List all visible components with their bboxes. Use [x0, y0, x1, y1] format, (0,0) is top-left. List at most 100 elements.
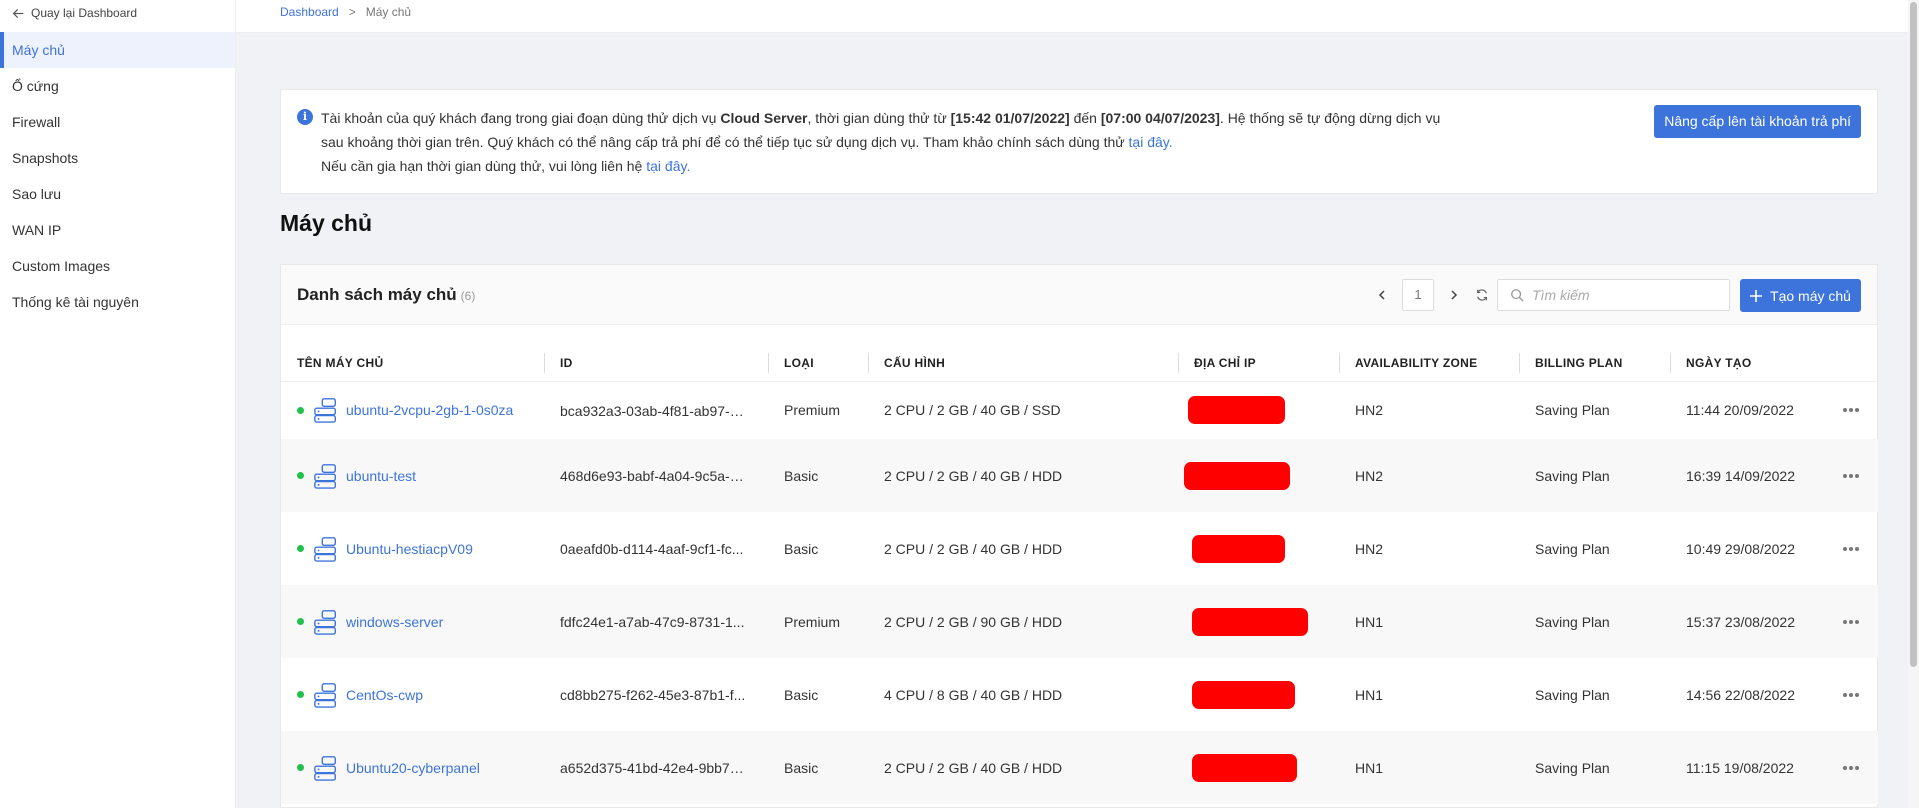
cell-type: Basic [784, 759, 819, 776]
prev-page-button[interactable] [1368, 279, 1396, 311]
ip-redaction [1188, 396, 1285, 425]
cell-type: Basic [784, 467, 819, 484]
server-id: 0aeafd0b-d114-4aaf-9cf1-fc... [560, 541, 744, 558]
table-row: windows-server fdfc24e1-a7ab-47c9-8731-1.… [281, 585, 1878, 658]
chevron-left-icon [1378, 290, 1385, 300]
column-header-id: ID [544, 345, 768, 382]
sidebar-nav: Máy chủ Ổ cứng Firewall Snapshots Sao lư… [0, 32, 235, 320]
sidebar-item-backups[interactable]: Sao lưu [0, 176, 235, 212]
status-dot [297, 472, 304, 479]
server-name-link[interactable]: windows-server [346, 614, 443, 630]
more-dot-icon [1849, 619, 1853, 624]
cell-id: cd8bb275-f262-45e3-87b1-f... [544, 658, 768, 731]
breadcrumb-separator: > [348, 5, 356, 19]
breadcrumb-dashboard-link[interactable]: Dashboard [280, 5, 339, 19]
cell-id: fdfc24e1-a7ab-47c9-8731-1... [544, 585, 768, 658]
ip-redaction [1192, 753, 1297, 782]
sidebar-item-snapshots[interactable]: Snapshots [0, 140, 235, 176]
server-name-link[interactable]: Ubuntu-hestiacpV09 [346, 541, 473, 557]
chevron-right-icon [1451, 290, 1458, 300]
cell-created: 16:39 14/09/2022 [1670, 439, 1878, 512]
more-dot-icon [1849, 546, 1853, 551]
cell-config: 2 CPU / 2 GB / 90 GB / HDD [884, 613, 1063, 630]
server-icon [314, 609, 336, 635]
scrollbar-thumb[interactable] [1910, 2, 1917, 667]
row-actions-button[interactable] [1840, 400, 1862, 420]
cell-ip [1178, 439, 1339, 512]
created-date: 11:44 20/09/2022 [1686, 402, 1794, 419]
cell-name: Ubuntu-hestiacpV09 [281, 512, 544, 585]
server-name-link[interactable]: ubuntu-test [346, 468, 416, 484]
row-actions-button[interactable] [1840, 539, 1862, 559]
back-to-dashboard-link[interactable]: Quay lại Dashboard [12, 6, 137, 20]
breadcrumb-current: Máy chủ [365, 5, 412, 19]
page-scrollbar[interactable] [1908, 0, 1919, 808]
ip-redaction [1184, 461, 1290, 490]
more-dot-icon [1849, 408, 1853, 413]
top-bar: Dashboard > Máy chủ [236, 0, 1919, 33]
notice-text-5: Nếu cần gia hạn thời gian dùng thử, vui … [321, 158, 647, 174]
sidebar-item-firewall[interactable]: Firewall [0, 104, 235, 140]
cell-id: 468d6e93-babf-4a04-9c5a-4... [544, 439, 768, 512]
column-header-config: CẤU HÌNH [868, 345, 1178, 382]
sidebar-item-custom-images[interactable]: Custom Images [0, 248, 235, 284]
cell-created: 11:15 19/08/2022 [1670, 731, 1878, 804]
server-name-link[interactable]: Ubuntu20-cyberpanel [346, 760, 480, 776]
trial-notice: i Tài khoản của quý khách đang trong gia… [280, 89, 1878, 194]
page-title: Máy chủ [280, 210, 373, 236]
row-actions-button[interactable] [1840, 758, 1862, 778]
server-list-header: Danh sách máy chủ(6) 1 Tạo máy chủ [281, 265, 1877, 325]
sidebar: Quay lại Dashboard Máy chủ Ổ cứng Firewa… [0, 0, 236, 808]
cell-config: 4 CPU / 8 GB / 40 GB / HDD [884, 686, 1063, 703]
column-header-billing: BILLING PLAN [1519, 345, 1670, 382]
contact-link[interactable]: tại đây. [646, 158, 690, 174]
more-dot-icon [1855, 408, 1859, 413]
server-id: bca932a3-03ab-4f81-ab97-6... [560, 402, 746, 419]
cell-config: 2 CPU / 2 GB / 40 GB / HDD [884, 467, 1063, 484]
server-name-link[interactable]: CentOs-cwp [346, 687, 423, 703]
status-dot [297, 618, 304, 625]
notice-end-time: [07:00 04/07/2023] [1100, 110, 1220, 126]
cell-billing: Saving Plan [1535, 613, 1610, 630]
create-server-button[interactable]: Tạo máy chủ [1740, 279, 1861, 312]
cell-name: ubuntu-test [281, 439, 544, 512]
cell-zone: HN1 [1355, 613, 1384, 630]
server-id: fdfc24e1-a7ab-47c9-8731-1... [560, 614, 745, 631]
sidebar-item-resource-stats[interactable]: Thống kê tài nguyên [0, 284, 235, 320]
created-date: 16:39 14/09/2022 [1686, 467, 1795, 484]
cell-billing: Saving Plan [1535, 759, 1610, 776]
ip-redaction [1192, 534, 1285, 563]
cell-type: Premium [784, 613, 841, 630]
search-box [1497, 279, 1730, 311]
cell-name: CentOs-cwp [281, 658, 544, 731]
server-id: a652d375-41bd-42e4-9bb7-... [560, 760, 746, 777]
server-icon [314, 463, 336, 489]
column-header-ip: ĐỊA CHỈ IP [1178, 345, 1339, 382]
row-actions-button[interactable] [1840, 466, 1862, 486]
search-input[interactable] [1532, 287, 1712, 303]
server-id: cd8bb275-f262-45e3-87b1-f... [560, 687, 746, 704]
server-name-link[interactable]: ubuntu-2vcpu-2gb-1-0s0za [346, 402, 513, 418]
cell-created: 10:49 29/08/2022 [1670, 512, 1878, 585]
row-actions-button[interactable] [1840, 685, 1862, 705]
plus-icon [1750, 289, 1763, 302]
sidebar-item-wan-ip[interactable]: WAN IP [0, 212, 235, 248]
refresh-button[interactable] [1468, 279, 1496, 311]
server-icon [314, 398, 336, 424]
upgrade-account-button[interactable]: Nâng cấp lên tài khoản trả phí [1654, 105, 1861, 138]
cell-zone: HN1 [1355, 759, 1384, 776]
trial-policy-link[interactable]: tại đây. [1129, 134, 1173, 150]
notice-text: Tài khoản của quý khách đang trong giai … [321, 106, 1461, 178]
cell-type: Premium [784, 402, 841, 419]
created-date: 11:15 19/08/2022 [1686, 759, 1794, 776]
cell-id: a652d375-41bd-42e4-9bb7-... [544, 731, 768, 804]
more-dot-icon [1843, 692, 1847, 697]
more-dot-icon [1849, 473, 1853, 478]
sidebar-item-servers[interactable]: Máy chủ [0, 32, 235, 68]
back-label: Quay lại Dashboard [31, 6, 138, 20]
next-page-button[interactable] [1440, 279, 1468, 311]
current-page[interactable]: 1 [1402, 279, 1434, 311]
row-actions-button[interactable] [1840, 612, 1862, 632]
sidebar-item-disks[interactable]: Ổ cứng [0, 68, 235, 104]
server-icon [314, 536, 336, 562]
